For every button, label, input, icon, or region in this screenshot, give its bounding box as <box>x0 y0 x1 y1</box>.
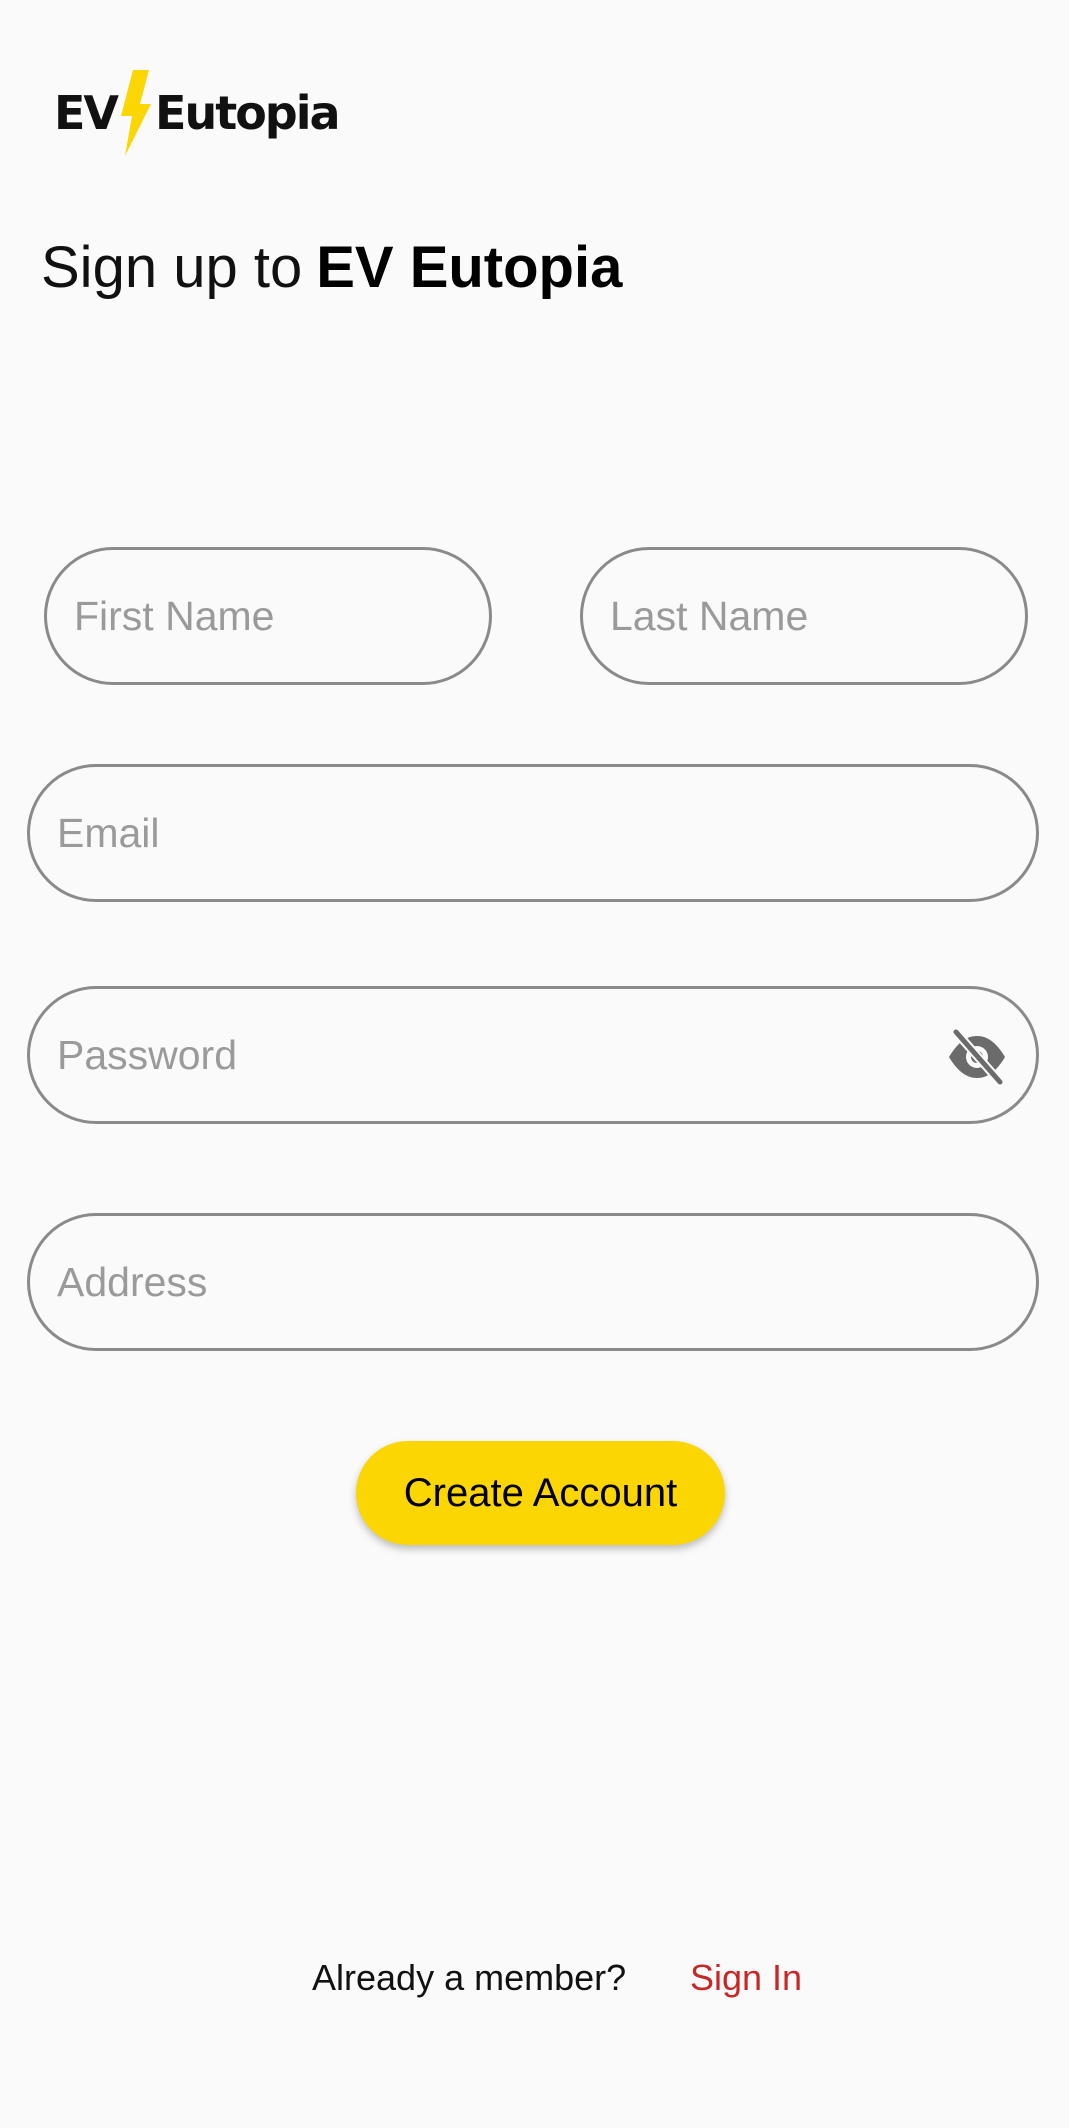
logo-eutopia-text: Eutopia <box>155 86 340 140</box>
sign-in-link[interactable]: Sign In <box>690 1950 802 2006</box>
eye-off-icon[interactable] <box>946 1029 1008 1085</box>
first-name-field[interactable] <box>44 547 492 685</box>
email-input[interactable] <box>57 767 1009 899</box>
page-title-brand: EV Eutopia <box>316 235 623 300</box>
first-name-input[interactable] <box>74 550 462 682</box>
last-name-input[interactable] <box>610 550 998 682</box>
email-field[interactable] <box>27 764 1039 902</box>
page-title-prefix: Sign up to <box>41 235 303 300</box>
create-account-button[interactable]: Create Account <box>356 1441 725 1545</box>
password-input[interactable] <box>57 989 913 1121</box>
app-logo: EV Eutopia <box>54 70 341 156</box>
last-name-field[interactable] <box>580 547 1028 685</box>
lightning-bolt-icon <box>121 70 152 156</box>
page-title: Sign up to EV Eutopia <box>41 226 622 310</box>
password-field[interactable] <box>27 986 1039 1124</box>
logo-ev-text: EV <box>54 86 119 140</box>
signin-prompt: Already a member? Sign In <box>0 1950 1069 2006</box>
address-field[interactable] <box>27 1213 1039 1351</box>
address-input[interactable] <box>57 1216 1009 1348</box>
already-member-text: Already a member? <box>312 1957 627 1998</box>
